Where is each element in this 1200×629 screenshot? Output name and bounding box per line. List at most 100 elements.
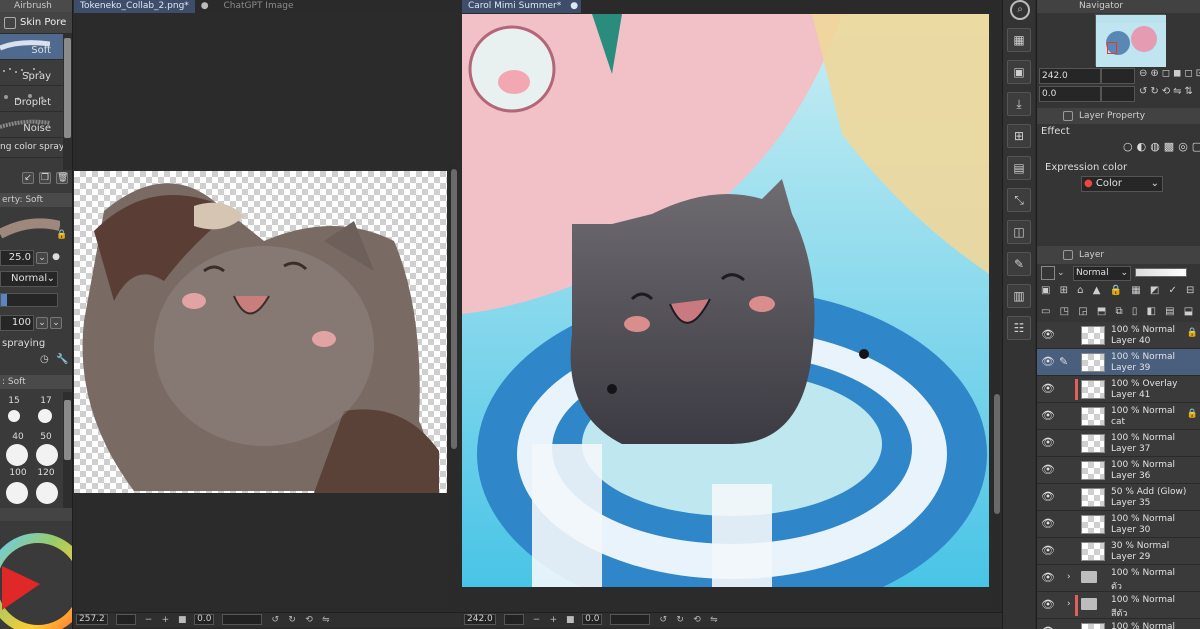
flip-icon[interactable]: ⇋ xyxy=(708,613,720,627)
delete-subtool-icon[interactable]: 🗑 xyxy=(56,172,68,184)
tab-chatgpt-image[interactable]: ChatGPT Image xyxy=(218,0,300,13)
brush-item-droplet[interactable]: Droplet xyxy=(0,86,64,112)
edit-icon[interactable]: ✎ xyxy=(1007,252,1031,276)
eye-icon[interactable]: 👁 xyxy=(1041,410,1055,422)
eye-icon[interactable]: 👁 xyxy=(1041,329,1055,341)
lock-icon[interactable]: 🔒 xyxy=(1187,328,1198,338)
chevron-down-icon[interactable]: ⌄ xyxy=(1057,268,1065,278)
clock-icon[interactable]: ◷ xyxy=(40,354,49,365)
zoom-in-icon[interactable]: + xyxy=(159,613,171,627)
transform-icon[interactable]: ⤡ xyxy=(1007,188,1031,212)
navigator-zoom-field[interactable]: 242.0 xyxy=(1039,68,1101,84)
brush-list-scrollbar[interactable] xyxy=(63,34,72,170)
layer-row[interactable]: 👁 100 % Normal Layer 30 xyxy=(1037,511,1200,538)
navigator-preview[interactable] xyxy=(1095,14,1166,67)
zoom-out-icon[interactable]: − xyxy=(531,613,543,627)
canvas-vscroll-right[interactable] xyxy=(992,14,1002,610)
brush-size-dot[interactable] xyxy=(6,482,28,504)
zoom-slider[interactable] xyxy=(115,614,136,625)
eye-icon[interactable]: 👁 xyxy=(1041,518,1055,530)
navigator-angle-field[interactable]: 0.0 xyxy=(1039,86,1101,102)
tab-carol-mimi-summer[interactable]: Carol Mimi Summer* xyxy=(462,0,568,13)
eye-icon[interactable]: 👁 xyxy=(1041,572,1055,584)
transparent-canvas[interactable] xyxy=(74,171,447,493)
rotation-slider[interactable] xyxy=(222,614,263,625)
opacity-field[interactable]: 100 xyxy=(0,315,34,331)
rotate-left-icon[interactable]: ↺ xyxy=(269,613,281,627)
navigator-rotate-buttons[interactable]: ↺↻⟲⇋⇅ xyxy=(1139,86,1196,97)
subtool-group-tab[interactable]: Airbrush xyxy=(0,0,72,12)
canvas-vscroll-left[interactable] xyxy=(449,165,459,610)
zoom-field[interactable]: 257.2 xyxy=(76,614,108,625)
navigator-zoom-buttons[interactable]: ⊖⊕◻◼◻⊡ xyxy=(1139,68,1200,79)
eye-icon[interactable]: 👁 xyxy=(1041,491,1055,503)
expression-color-select[interactable]: ● Color ⌄ xyxy=(1081,176,1163,192)
copy-subtool-icon[interactable]: ❐ xyxy=(39,172,51,184)
layer-blend-mode-select[interactable]: Normal ⌄ xyxy=(1073,266,1131,281)
effect-buttons[interactable]: ○◐◍▩◎▢ xyxy=(1123,140,1200,153)
reset-rotation-icon[interactable]: ⟲ xyxy=(691,613,703,627)
brush-size-label[interactable]: 50 xyxy=(34,432,58,442)
brush-size-dot[interactable] xyxy=(38,409,52,423)
import-icon[interactable]: ⤓ xyxy=(1007,92,1031,116)
opacity-stepper[interactable]: ⌄ xyxy=(36,317,48,329)
subtool-tab-skin-pore[interactable]: Skin Pore xyxy=(20,17,66,28)
layer-row[interactable]: 👁 100 % Overlay Layer 41 xyxy=(1037,376,1200,403)
add-subtool-icon[interactable]: ↙ xyxy=(22,172,34,184)
folder-expand-icon[interactable]: › xyxy=(1067,599,1071,609)
rotation-slider[interactable] xyxy=(610,614,651,625)
eye-icon[interactable]: 👁 xyxy=(1041,437,1055,449)
layer-row[interactable]: 👁 100 % Normal Layer 36 xyxy=(1037,457,1200,484)
layer-row[interactable]: 👁 ✎ 100 % Normal Layer 39 xyxy=(1037,349,1200,376)
flip-icon[interactable]: ⇋ xyxy=(320,613,332,627)
brush-size-label[interactable]: 40 xyxy=(6,432,30,442)
brush-item-color-spray[interactable]: ng color spray xyxy=(0,138,64,158)
table-icon[interactable]: ▥ xyxy=(1007,284,1031,308)
brush-size-label[interactable]: 15 xyxy=(2,396,26,406)
layer-row[interactable]: 👁100 % Normal xyxy=(1037,619,1200,629)
layer-row[interactable]: 👁 › 100 % Normal ตัว xyxy=(1037,565,1200,592)
ruler-icon[interactable]: ▤ xyxy=(1007,156,1031,180)
brush-size-dot[interactable] xyxy=(6,444,28,466)
brush-size-label[interactable]: 100 xyxy=(6,468,30,478)
brush-size-dot[interactable] xyxy=(36,444,58,466)
eye-icon[interactable]: 👁 xyxy=(1041,464,1055,476)
save-icon[interactable]: ▣ xyxy=(1007,60,1031,84)
zoom-in-icon[interactable]: + xyxy=(547,613,559,627)
eye-icon[interactable]: 👁 xyxy=(1041,545,1055,557)
rotate-right-icon[interactable]: ↻ xyxy=(286,613,298,627)
tab-close-icon[interactable]: ● xyxy=(567,0,582,13)
size-stepper-down[interactable]: ⌄ xyxy=(36,252,48,264)
opacity-expand[interactable]: ⌄ xyxy=(50,317,62,329)
lock-icon[interactable]: 🔒 xyxy=(1187,409,1198,419)
brush-item-spray[interactable]: Spray xyxy=(0,60,64,86)
layer-row[interactable]: 👁 30 % Normal Layer 29 xyxy=(1037,538,1200,565)
layer-color-box[interactable] xyxy=(1041,266,1055,280)
grid-icon[interactable]: ⊞ xyxy=(1007,124,1031,148)
layer-toolbar-row2[interactable]: ▭ ◳ ◲ ⬒ ⧉ ▯ ◧ ▤ ⬓ xyxy=(1041,306,1196,317)
navigator-zoom-slider[interactable] xyxy=(1101,68,1135,84)
layer-row[interactable]: 👁 › 100 % Normal สีตัว xyxy=(1037,592,1200,619)
tab-close-icon[interactable]: ● xyxy=(195,0,215,13)
rotate-left-icon[interactable]: ↺ xyxy=(657,613,669,627)
color-triangle[interactable] xyxy=(2,566,40,610)
brush-size-dot[interactable] xyxy=(8,410,20,422)
brush-size-field[interactable]: 25.0 xyxy=(0,250,34,266)
navigator-angle-slider[interactable] xyxy=(1101,86,1135,102)
tab-tokeneko[interactable]: Tokeneko_Collab_2.png* xyxy=(74,0,195,13)
wrench-icon[interactable]: 🔧 xyxy=(56,354,68,365)
layer-row[interactable]: 👁 100 % Normal Layer 40 🔒 xyxy=(1037,322,1200,349)
brush-size-label[interactable]: 17 xyxy=(34,396,58,406)
layer-icon[interactable]: ◫ xyxy=(1007,220,1031,244)
opacity-slider[interactable] xyxy=(0,293,58,307)
lock-icon[interactable]: 🔒 xyxy=(56,230,67,240)
layer-row[interactable]: 👁 100 % Normal Layer 37 xyxy=(1037,430,1200,457)
folder-expand-icon[interactable]: › xyxy=(1067,572,1071,582)
batch-icon[interactable]: ☷ xyxy=(1007,316,1031,340)
navigator-view-frame[interactable] xyxy=(1107,42,1117,54)
brush-item-soft[interactable]: Soft xyxy=(0,34,64,60)
layer-row[interactable]: 👁 50 % Add (Glow) Layer 35 xyxy=(1037,484,1200,511)
layer-row[interactable]: 👁 100 % Normal cat 🔒 xyxy=(1037,403,1200,430)
material-icon[interactable]: ▦ xyxy=(1007,28,1031,52)
layer-toolbar-row1[interactable]: ▣ ⊞ ⌂ ▲ 🔒 ▦ ◩ ✓ ⊟ xyxy=(1041,285,1197,296)
